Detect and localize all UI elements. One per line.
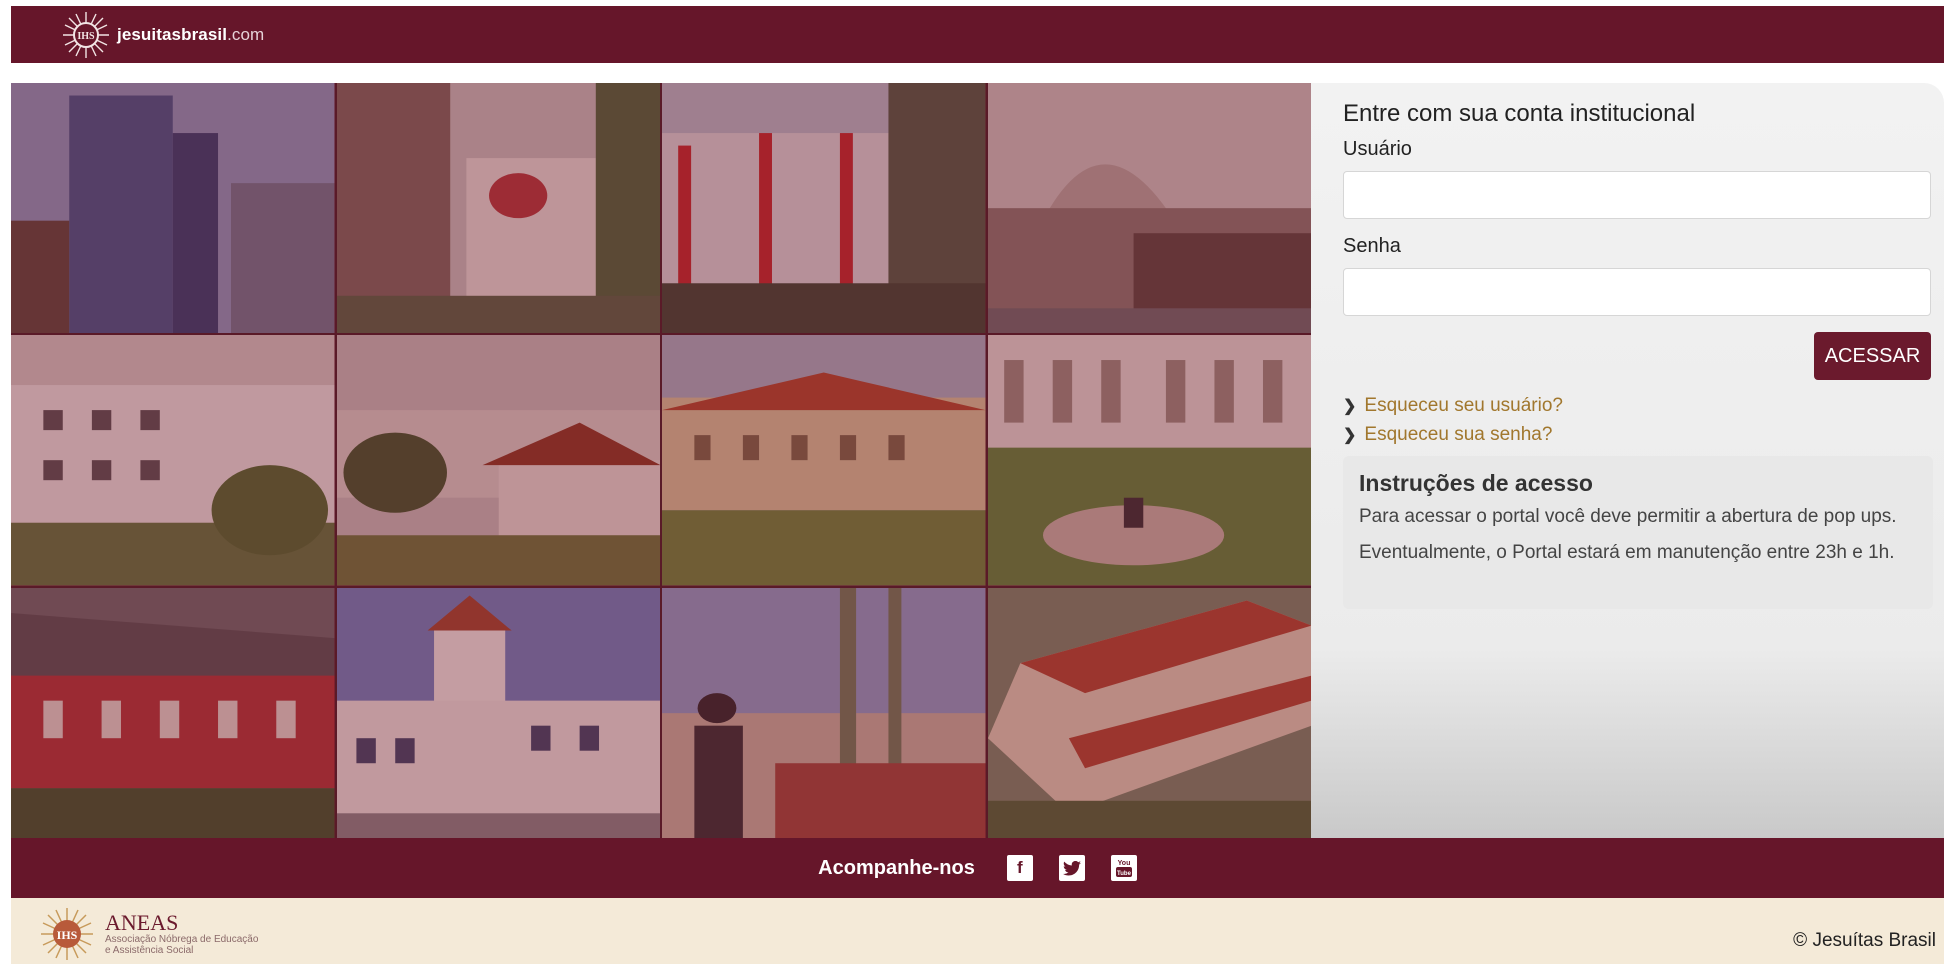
garden-bell-photo — [987, 335, 1311, 586]
forgot-password-link[interactable]: ❯ Esqueceu sua senha? — [1343, 424, 1944, 446]
aerial-campus-photo — [987, 587, 1311, 838]
loyola-school-photo — [336, 83, 660, 334]
aneas-name: ANEAS — [105, 910, 179, 935]
instructions-title: Instruções de acesso — [1359, 470, 1593, 496]
access-instructions: Instruções de acesso Para acessar o port… — [1343, 456, 1933, 609]
username-input[interactable] — [1343, 171, 1931, 219]
aneas-seal-icon: IHS — [41, 908, 93, 960]
youtube-icon[interactable]: You Tube — [1110, 855, 1137, 881]
aneas-logo[interactable]: IHS ANEAS Associação Nóbrega de Educação… — [39, 906, 258, 962]
top-bar: IHS jesuitasbrasil.com — [11, 6, 1944, 63]
jesuit-seal-icon: IHS — [63, 12, 109, 58]
facebook-icon[interactable]: f — [1006, 855, 1033, 881]
instructions-maintenance: Eventualmente, o Portal estará em manute… — [1359, 542, 1895, 563]
aneas-subtitle-1: Associação Nóbrega de Educação — [105, 934, 259, 945]
twitter-icon[interactable] — [1058, 855, 1085, 881]
follow-label: Acompanhe-nos — [818, 856, 975, 879]
forgot-username-link[interactable]: ❯ Esqueceu seu usuário? — [1343, 395, 1944, 417]
main-content: Entre com sua conta institucional Usuári… — [11, 83, 1944, 838]
instructions-popups: Para acessar o portal você deve permitir… — [1359, 506, 1897, 527]
church-photo — [336, 587, 660, 838]
recovery-links: ❯ Esqueceu seu usuário? ❯ Esqueceu sua s… — [1343, 395, 1944, 446]
svg-text:Tube: Tube — [1117, 871, 1132, 877]
svg-text:You: You — [1117, 860, 1130, 867]
school-facade-photo — [662, 83, 986, 334]
courtyard-photo — [662, 335, 986, 586]
copyright: © Jesuítas Brasil — [1793, 930, 1936, 951]
social-bar: Acompanhe-nos f You Tube — [11, 838, 1944, 898]
arched-building-photo — [987, 83, 1311, 334]
password-label: Senha — [1343, 235, 1401, 257]
brand-logo[interactable]: IHS jesuitasbrasil.com — [61, 10, 264, 60]
campus-photo — [336, 335, 660, 586]
svg-text:IHS: IHS — [57, 928, 78, 942]
login-title: Entre com sua conta institucional — [1343, 100, 1696, 127]
white-building-photo — [11, 335, 335, 586]
forgot-username-text: Esqueceu seu usuário? — [1364, 395, 1563, 416]
forgot-password-text: Esqueceu sua senha? — [1364, 424, 1553, 445]
username-label: Usuário — [1343, 138, 1412, 160]
login-panel: Entre com sua conta institucional Usuári… — [1311, 83, 1944, 838]
aneas-subtitle-2: e Assistência Social — [105, 945, 194, 956]
footer: IHS ANEAS Associação Nóbrega de Educação… — [11, 898, 1944, 964]
photo-mosaic — [11, 83, 1311, 838]
statue-photo — [662, 587, 986, 838]
red-building-photo — [11, 587, 335, 838]
building-photo — [11, 83, 335, 334]
brand-name: jesuitasbrasil.com — [117, 25, 265, 44]
acessar-button[interactable]: ACESSAR — [1814, 332, 1931, 380]
chevron-right-icon: ❯ — [1343, 398, 1357, 415]
svg-text:IHS: IHS — [77, 31, 95, 42]
submit-row: ACESSAR — [1343, 332, 1931, 380]
password-input[interactable] — [1343, 268, 1931, 316]
aneas-text: ANEAS Associação Nóbrega de Educação e A… — [105, 910, 259, 957]
chevron-right-icon: ❯ — [1343, 427, 1357, 444]
